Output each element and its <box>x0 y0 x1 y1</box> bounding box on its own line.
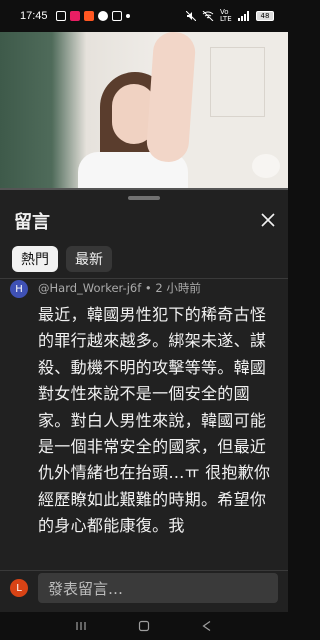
home-icon[interactable] <box>136 619 152 633</box>
system-nav-bar <box>0 612 288 640</box>
status-right: Vo LTE 48 <box>186 9 274 23</box>
app-notification-icon <box>69 11 80 21</box>
comments-sheet: 留言 熱門 最新 H @Hard_Worker-j6f • 2 小時前 最近，韓… <box>0 190 288 612</box>
recent-apps-icon[interactable] <box>73 619 89 633</box>
comment-meta: @Hard_Worker-j6f • 2 小時前 <box>38 281 201 295</box>
network-type: Vo LTE <box>220 8 232 23</box>
wifi-off-icon <box>202 11 214 21</box>
battery-icon: 48 <box>256 11 274 21</box>
video-player[interactable] <box>0 32 288 190</box>
comment-composer: L 發表留言… <box>0 570 288 612</box>
close-icon[interactable] <box>258 210 278 230</box>
chip-top[interactable]: 熱門 <box>12 246 58 272</box>
status-time: 17:45 <box>20 10 48 22</box>
sheet-title: 留言 <box>14 212 50 233</box>
back-icon[interactable] <box>199 619 215 633</box>
plush-toy <box>252 154 280 178</box>
chip-newest[interactable]: 最新 <box>66 246 112 272</box>
signal-icon <box>238 11 249 21</box>
comment-input[interactable]: 發表留言… <box>38 573 278 603</box>
google-icon <box>97 11 108 21</box>
sort-chips: 熱門 最新 <box>12 246 112 272</box>
dot-icon <box>125 14 130 18</box>
drag-handle[interactable] <box>128 196 160 200</box>
sim-icon <box>55 11 66 21</box>
square-app-icon <box>111 11 122 21</box>
notification-icons <box>55 11 130 21</box>
avatar[interactable]: H <box>10 280 28 298</box>
mute-icon <box>186 11 196 21</box>
divider <box>0 278 288 279</box>
my-avatar: L <box>10 579 28 597</box>
camera-app-icon <box>83 11 94 21</box>
comment-text: 最近，韓國男性犯下的稀奇古怪的罪行越來越多。綁架未遂、謀殺、動機不明的攻擊等等。… <box>38 305 271 536</box>
wall-panel <box>210 47 265 117</box>
status-bar: 17:45 Vo LTE 48 <box>0 0 288 32</box>
